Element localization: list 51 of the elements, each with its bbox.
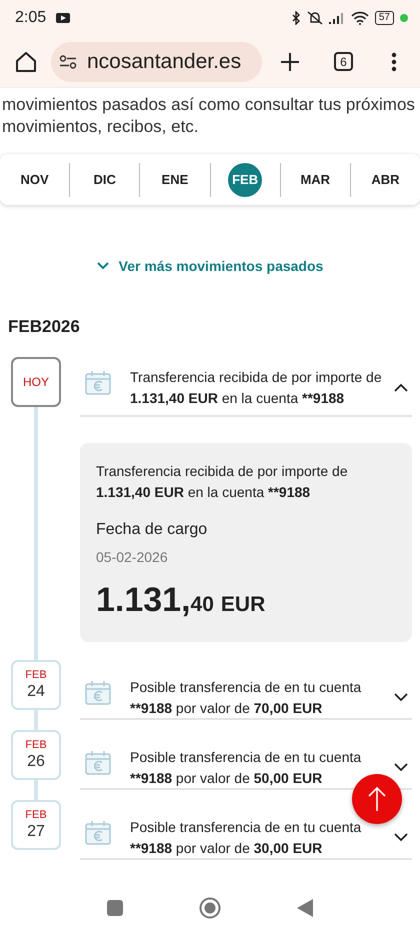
- bluetooth-icon: [290, 11, 301, 25]
- detail-text: Transferencia recibida de por importe de 1.131,40 EUR en la cuenta **9188: [96, 462, 349, 502]
- month-tab[interactable]: ENE: [158, 162, 192, 196]
- signal-icon: [328, 12, 345, 24]
- date-label: Fecha de cargo: [96, 520, 208, 540]
- address-bar[interactable]: ncosantander.es: [51, 42, 262, 82]
- month-tab[interactable]: ABR: [368, 162, 402, 196]
- chevron-down-icon: [96, 262, 109, 270]
- movement-row[interactable]: Transferencia recibida de por importe de 1.131,40 EUR en la cuenta **9188: [80, 357, 412, 417]
- amount-text: 1.131,40 EUR: [96, 581, 266, 620]
- chevron-down-icon[interactable]: [394, 763, 408, 772]
- calendar-euro-icon: [84, 819, 112, 847]
- more-movements-link[interactable]: Ver más movimientos pasados: [96, 256, 324, 276]
- charge-date: 05-02-2026: [96, 549, 169, 565]
- plus-icon[interactable]: [280, 52, 300, 72]
- arrow-up-icon: [367, 786, 387, 812]
- home-button-icon[interactable]: [199, 897, 221, 919]
- timeline-connector: [34, 710, 38, 730]
- date-box: FEB 27: [11, 800, 61, 850]
- month-tab[interactable]: DIC: [88, 162, 122, 196]
- calendar-euro-icon: [84, 679, 112, 707]
- tab-count-button[interactable]: 6: [334, 52, 353, 71]
- menu-icon[interactable]: [391, 52, 397, 72]
- clock-time: 2:05: [15, 9, 46, 27]
- date-box: FEB 26: [11, 730, 61, 780]
- video-app-icon: [56, 13, 70, 23]
- site-settings-icon: [59, 54, 77, 68]
- month-tab[interactable]: FEB: [228, 162, 262, 196]
- intro-text: movimientos pasados así como consultar tus próximos: [2, 94, 416, 116]
- calendar-euro-icon: [84, 749, 112, 777]
- back-icon[interactable]: [297, 899, 313, 917]
- chevron-down-icon[interactable]: [394, 833, 408, 842]
- intro-text: movimientos, recibos, etc.: [2, 116, 200, 138]
- home-icon[interactable]: [15, 50, 37, 72]
- today-date-box: HOY: [11, 357, 61, 407]
- chevron-up-icon[interactable]: [394, 383, 408, 392]
- timeline-connector: [34, 780, 38, 800]
- url-text: ncosantander.es: [87, 50, 242, 74]
- wifi-icon: [350, 11, 369, 25]
- status-dot-icon: [400, 14, 408, 22]
- calendar-euro-icon: [84, 369, 112, 397]
- movement-row[interactable]: Posible transferencia de en tu cuenta **9188 por valor de 70,00 EUR: [80, 660, 412, 720]
- date-box: FEB 24: [11, 660, 61, 710]
- scroll-top-button[interactable]: [352, 774, 402, 824]
- month-tab[interactable]: NOV: [18, 162, 52, 196]
- chevron-down-icon[interactable]: [394, 693, 408, 702]
- period-heading: FEB2026: [8, 316, 81, 338]
- bell-muted-icon: [306, 11, 323, 25]
- battery-level: 57: [374, 11, 394, 25]
- month-tab[interactable]: MAR: [298, 162, 332, 196]
- recents-icon[interactable]: [107, 900, 123, 916]
